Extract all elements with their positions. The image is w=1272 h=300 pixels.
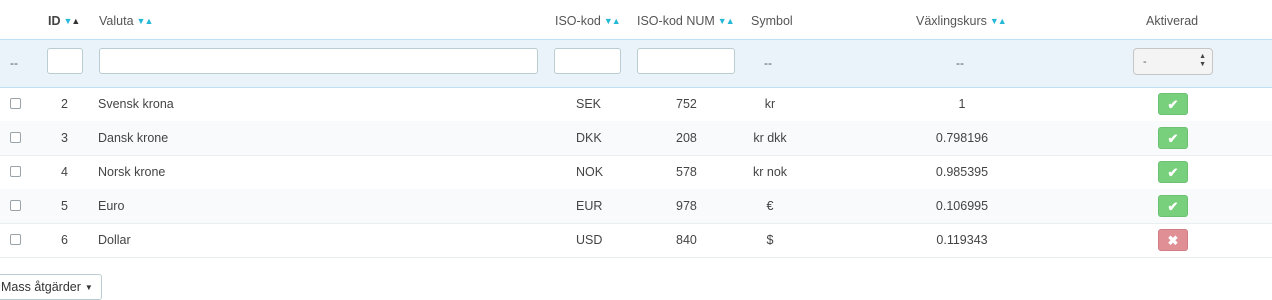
sort-asc-icon[interactable]: ▲ [144,16,153,26]
cell-symbol: $ [766,233,774,247]
column-header-rate[interactable]: Växlingskurs ▼▲ [916,13,1007,29]
cell-rate: 1 [958,97,966,111]
sort-icons[interactable]: ▼▲ [604,13,621,29]
cell-iso: NOK [576,165,604,179]
sort-asc-icon[interactable]: ▲ [998,16,1007,26]
cell-iso-num: 208 [676,131,697,145]
column-header-symbol: Symbol [751,14,793,28]
filter-rate-placeholder: -- [956,56,964,70]
select-arrows-icon: ▲ ▼ [1199,53,1206,68]
row-checkbox[interactable] [10,98,21,109]
row-checkbox[interactable] [10,234,21,245]
column-header-id[interactable]: ID ▼▲ [48,13,81,29]
filter-enabled-select[interactable]: - ▲ ▼ [1133,48,1213,75]
cell-currency: Svensk krona [98,97,174,111]
cell-rate: 0.106995 [935,199,989,213]
column-header-iso[interactable]: ISO-kod ▼▲ [555,13,621,29]
row-checkbox[interactable] [10,132,21,143]
disabled-cross-icon[interactable]: ✖ [1158,229,1188,251]
cell-rate: 0.119343 [936,233,988,247]
filter-id-input[interactable] [47,48,83,74]
cell-iso-num: 840 [676,233,697,247]
cell-symbol: kr [764,97,776,111]
filter-iso-input[interactable] [554,48,621,74]
cell-iso: USD [576,233,603,247]
cell-id: 5 [61,199,68,213]
enabled-check-icon[interactable]: ✔ [1158,161,1188,183]
cell-iso: DKK [576,131,602,145]
sort-icons[interactable]: ▼▲ [718,13,735,29]
sort-icons[interactable]: ▼▲ [990,13,1007,29]
row-checkbox[interactable] [10,166,21,177]
filter-currency-input[interactable] [99,48,538,74]
cell-currency: Dollar [98,233,131,247]
table-row[interactable]: 2 Svensk krona SEK 752 kr 1 ✔ [0,87,1272,122]
row-checkbox[interactable] [10,200,21,211]
column-header-currency[interactable]: Valuta ▼▲ [99,13,154,29]
enabled-check-icon[interactable]: ✔ [1158,93,1188,115]
sort-icons[interactable]: ▼▲ [64,13,81,29]
cell-symbol: € [766,199,774,213]
sort-asc-icon[interactable]: ▲ [612,16,621,26]
cell-currency: Euro [98,199,125,213]
table-row[interactable]: 6 Dollar USD 840 $0.119343 ✖ [0,223,1272,258]
sort-desc-icon[interactable]: ▼ [718,16,727,26]
cell-symbol: kr dkk [753,131,787,145]
sort-icons[interactable]: ▼▲ [137,13,154,29]
filter-enabled-value: - [1143,56,1147,68]
cell-id: 4 [61,165,68,179]
table-row[interactable]: 5 Euro EUR 978 €0.106995 ✔ [0,189,1272,224]
cell-id: 2 [61,97,68,111]
enabled-check-icon[interactable]: ✔ [1158,127,1188,149]
sort-asc-icon[interactable]: ▲ [726,16,735,26]
cell-symbol: kr nok [752,165,788,179]
bulk-filter-placeholder: -- [10,56,18,70]
sort-desc-icon[interactable]: ▼ [990,16,999,26]
filter-symbol-placeholder: -- [764,56,772,70]
cell-id: 3 [61,131,68,145]
column-header-enabled: Aktiverad [1146,14,1199,28]
table-header: ID ▼▲ Valuta ▼▲ ISO-kod ▼▲ ISO-kod NUM ▼▲ Sy… [0,0,1272,40]
sort-asc-icon[interactable]: ▲ [71,16,80,26]
cell-iso: SEK [576,97,602,111]
sort-desc-icon[interactable]: ▼ [604,16,613,26]
cell-iso-num: 578 [676,165,697,179]
enabled-check-icon[interactable]: ✔ [1158,195,1188,217]
filter-iso-num-input[interactable] [637,48,735,74]
cell-currency: Dansk krone [98,131,169,145]
cell-currency: Norsk krone [98,165,166,179]
bulk-actions-button[interactable]: Mass åtgärder ▼ [0,274,102,300]
cell-iso: EUR [576,199,603,213]
filter-row: -- -- -- - ▲ ▼ [0,39,1272,88]
cell-iso-num: 978 [676,199,697,213]
column-header-iso-num[interactable]: ISO-kod NUM ▼▲ [637,13,735,29]
caret-down-icon: ▼ [84,283,93,292]
cell-iso-num: 752 [676,97,697,111]
cell-rate: 0.798196 [935,131,989,145]
cell-id: 6 [61,233,68,247]
table-row[interactable]: 4 Norsk krone NOK 578 kr nok 0.985395 ✔ [0,155,1272,190]
table-row[interactable]: 3 Dansk krone DKK 208 kr dkk 0.798196 ✔ [0,121,1272,156]
cell-rate: 0.985395 [935,165,989,179]
